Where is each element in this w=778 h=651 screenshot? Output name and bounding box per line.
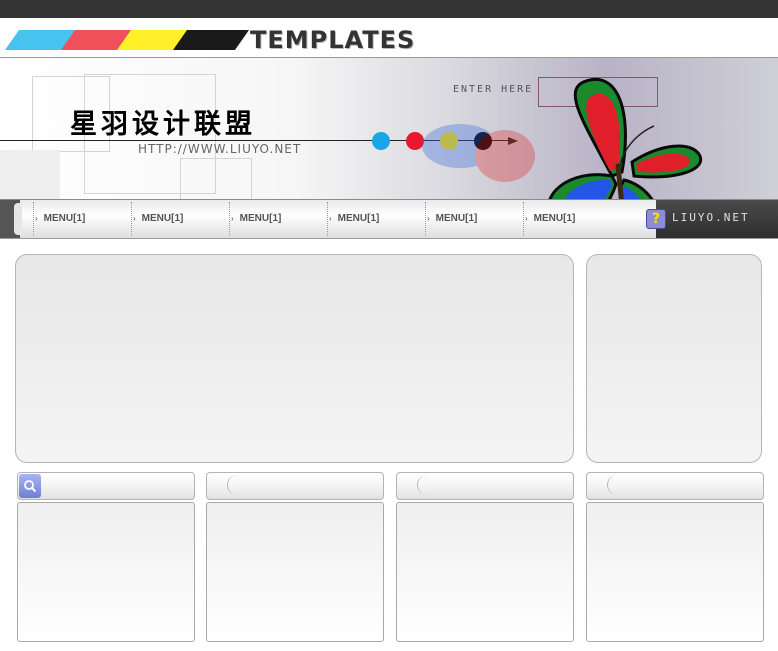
tab-notch xyxy=(227,475,240,495)
chevron-right-icon: › xyxy=(133,214,136,223)
chevron-right-icon: › xyxy=(231,214,234,223)
nav-item-5[interactable]: › MENU[1] xyxy=(427,208,477,230)
nav-item-1[interactable]: › MENU[1] xyxy=(35,208,85,230)
stripe-black xyxy=(172,30,250,50)
banner: 星羽设计联盟 HTTP://WWW.LIUYO.NET ENTER HERE xyxy=(0,57,778,199)
nav-separator xyxy=(229,202,230,236)
box-header-1[interactable] xyxy=(17,472,195,500)
content-box-2 xyxy=(206,502,384,642)
nav-separator xyxy=(523,202,524,236)
color-stripes xyxy=(4,30,250,50)
nav-item-label: MENU[1] xyxy=(239,213,282,224)
nav-item-4[interactable]: › MENU[1] xyxy=(329,208,379,230)
tab-notch xyxy=(417,475,430,495)
nav-item-6[interactable]: › MENU[1] xyxy=(525,208,575,230)
dot-cyan xyxy=(372,132,390,150)
chevron-right-icon: › xyxy=(329,214,332,223)
box-header-3[interactable] xyxy=(396,472,574,500)
nav-brand-area: ? LIUYO.NET xyxy=(646,200,778,238)
nav-item-3[interactable]: › MENU[1] xyxy=(231,208,281,230)
top-bar xyxy=(0,0,778,18)
deco-block xyxy=(0,150,60,199)
deco-square xyxy=(180,158,252,199)
nav-item-label: MENU[1] xyxy=(141,213,184,224)
butterfly-icon xyxy=(548,77,703,199)
search-icon[interactable] xyxy=(19,474,41,498)
help-icon[interactable]: ? xyxy=(646,209,666,229)
nav-item-label: MENU[1] xyxy=(533,213,576,224)
box-header-4[interactable] xyxy=(586,472,764,500)
box-header-2[interactable] xyxy=(206,472,384,500)
chevron-right-icon: › xyxy=(525,214,528,223)
chevron-right-icon: › xyxy=(427,214,430,223)
content-box-3 xyxy=(396,502,574,642)
nav-item-label: MENU[1] xyxy=(435,213,478,224)
nav-separator xyxy=(131,202,132,236)
chevron-right-icon: › xyxy=(35,214,38,223)
nav-separator xyxy=(327,202,328,236)
tab-notch xyxy=(607,475,620,495)
banner-url[interactable]: HTTP://WWW.LIUYO.NET xyxy=(138,142,301,156)
banner-title: 星羽设计联盟 xyxy=(70,109,256,140)
side-panel xyxy=(586,254,762,463)
nav-item-label: MENU[1] xyxy=(43,213,86,224)
nav-bar: › MENU[1] › MENU[1] › MENU[1] › MENU[1] › MEN… xyxy=(0,199,778,239)
content-box-4 xyxy=(586,502,764,642)
nav-item-2[interactable]: › MENU[1] xyxy=(133,208,183,230)
logo-text: TEMPLATES xyxy=(250,26,416,54)
nav-separator xyxy=(425,202,426,236)
nav-separator xyxy=(33,202,34,236)
nav-item-label: MENU[1] xyxy=(337,213,380,224)
nav-brand: LIUYO.NET xyxy=(672,211,750,224)
content-box-1 xyxy=(17,502,195,642)
main-content-panel xyxy=(15,254,574,463)
nav-left-cap xyxy=(0,200,22,238)
